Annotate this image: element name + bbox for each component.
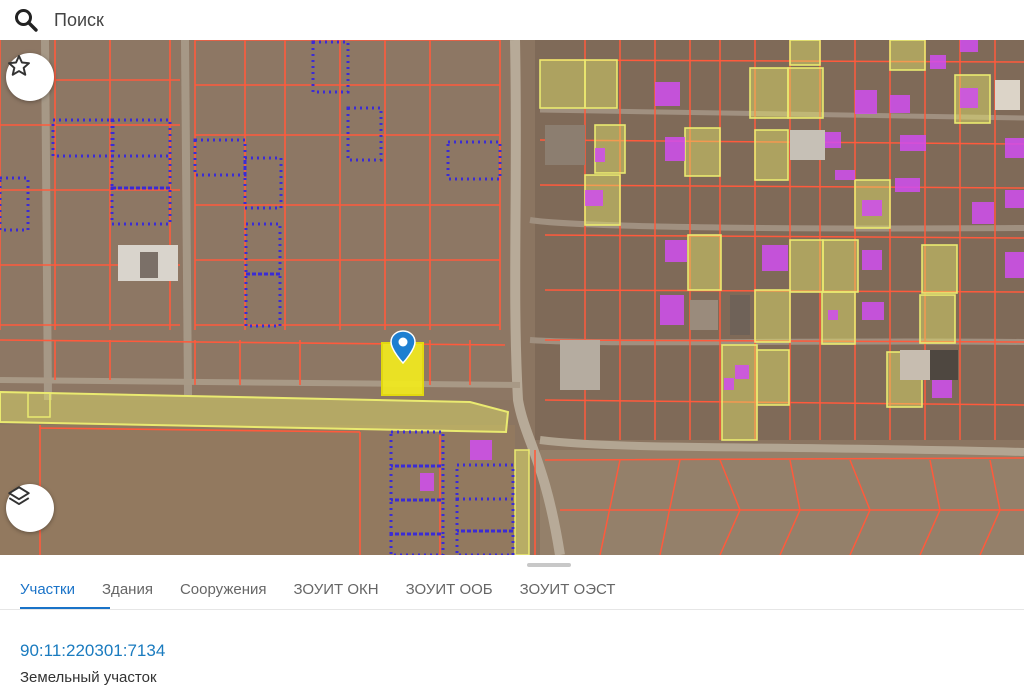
tab-structures[interactable]: Сооружения: [180, 575, 267, 604]
tabs-divider: [0, 609, 1024, 610]
tab-zouit-okn[interactable]: ЗОУИТ ОКН: [293, 575, 378, 604]
tab-buildings[interactable]: Здания: [102, 575, 153, 604]
tab-zouit-oest[interactable]: ЗОУИТ ОЭСТ: [520, 575, 616, 604]
favorite-button[interactable]: [6, 53, 54, 101]
search-icon[interactable]: [12, 6, 40, 34]
tab-zouit-oob[interactable]: ЗОУИТ ООБ: [406, 575, 493, 604]
layer-tabs: Участки Здания Сооружения ЗОУИТ ОКН ЗОУИ…: [0, 569, 622, 609]
map-pin-icon[interactable]: [390, 330, 416, 364]
parcel-type-label: Земельный участок: [20, 669, 157, 686]
map-view[interactable]: [0, 40, 1024, 555]
layers-button[interactable]: [6, 484, 54, 532]
sheet-drag-handle[interactable]: [527, 563, 571, 567]
search-input[interactable]: [52, 8, 656, 32]
map-canvas[interactable]: [0, 40, 1024, 555]
bottom-sheet: Участки Здания Сооружения ЗОУИТ ОКН ЗОУИ…: [0, 555, 1024, 695]
tab-parcels[interactable]: Участки: [20, 575, 75, 604]
cadastral-number-link[interactable]: 90:11:220301:7134: [20, 641, 165, 661]
search-bar: [0, 0, 1024, 40]
